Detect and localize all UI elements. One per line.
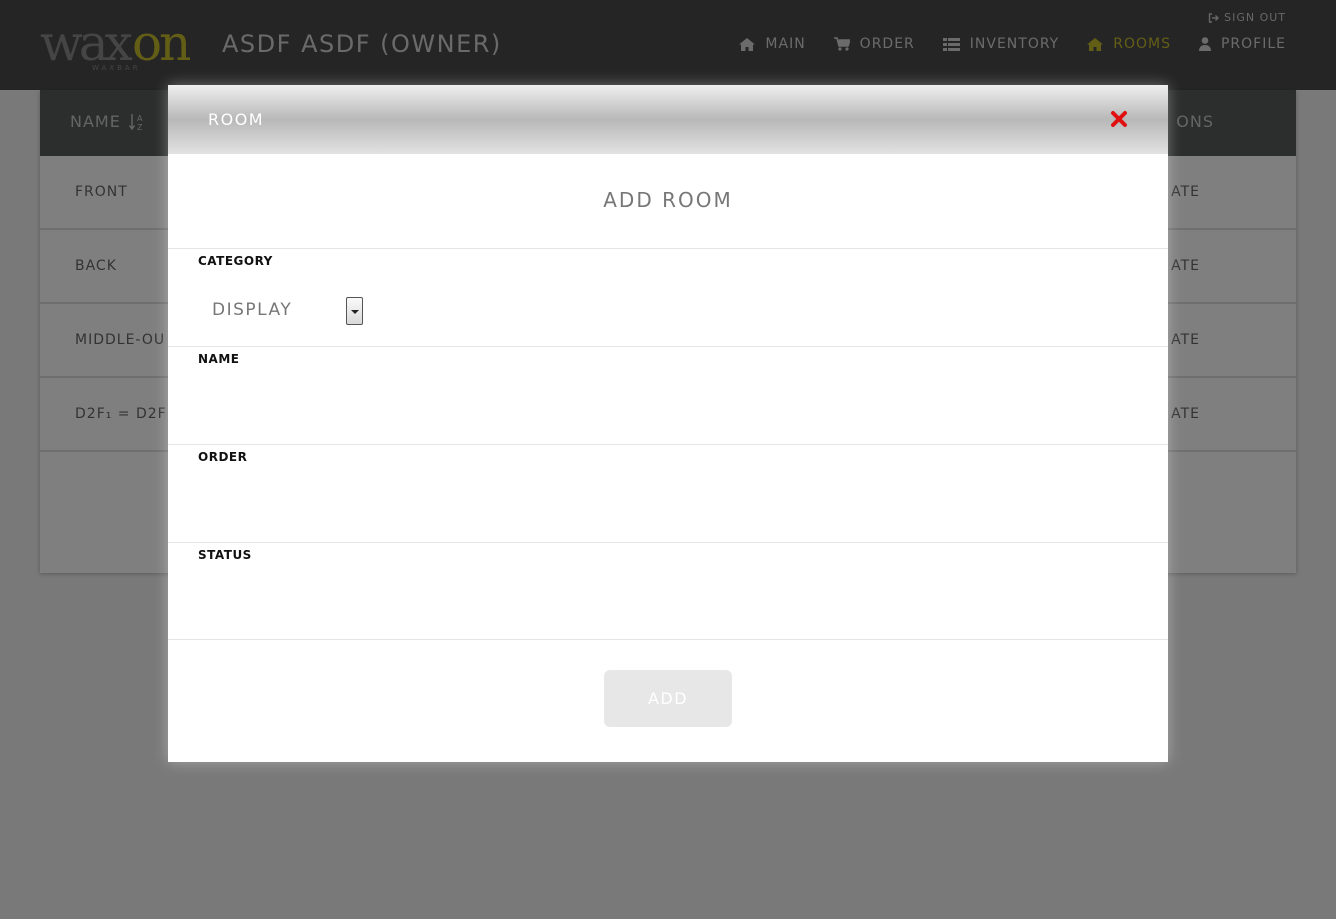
- divider: [168, 639, 1168, 640]
- divider: [168, 346, 1168, 347]
- status-input[interactable]: [198, 573, 1138, 613]
- name-label: NAME: [198, 352, 240, 366]
- category-select[interactable]: DISPLAY: [212, 297, 364, 325]
- status-label: STATUS: [198, 548, 252, 562]
- name-input[interactable]: [198, 377, 1138, 417]
- category-label: CATEGORY: [198, 254, 273, 268]
- divider: [168, 542, 1168, 543]
- add-button[interactable]: ADD: [604, 670, 732, 727]
- divider: [168, 248, 1168, 249]
- modal-header: ROOM: [168, 85, 1168, 154]
- category-select-value: DISPLAY: [212, 300, 293, 320]
- close-icon[interactable]: [1108, 108, 1130, 130]
- form-title: ADD ROOM: [603, 188, 733, 212]
- modal-title: ROOM: [208, 110, 265, 129]
- add-room-modal: ROOM ADD ROOM CATEGORY DISPLAY NAME ORDE…: [168, 85, 1168, 762]
- chevron-down-icon[interactable]: [346, 297, 363, 325]
- divider: [168, 444, 1168, 445]
- order-input[interactable]: [198, 475, 1138, 515]
- order-label: ORDER: [198, 450, 248, 464]
